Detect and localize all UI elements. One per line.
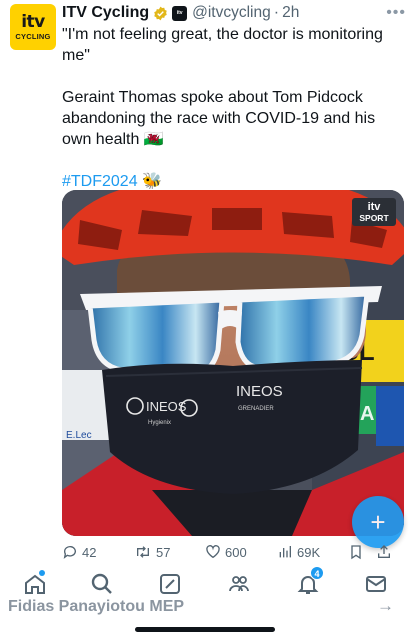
- tweet[interactable]: itv CYCLING ITV Cycling itv @itvcycling …: [0, 0, 412, 585]
- retweet-icon: [137, 546, 149, 558]
- bookmark-icon: [351, 545, 361, 560]
- communities-icon: [229, 576, 249, 592]
- like-count: 600: [225, 544, 247, 560]
- grok-icon: [160, 574, 180, 594]
- share-button[interactable]: [376, 544, 396, 560]
- like-button[interactable]: 600: [205, 544, 247, 560]
- reply-count: 42: [82, 544, 97, 560]
- arrow-right-icon[interactable]: →: [377, 596, 394, 616]
- separator: ·: [273, 4, 280, 21]
- bee-emoji: 🐝: [142, 173, 162, 190]
- reply-icon: [63, 546, 76, 559]
- mask-brand-right-small: GRENADIER: [238, 406, 274, 412]
- mask-brand-right: INEOS: [236, 383, 283, 400]
- badge-line2: SPORT: [359, 213, 389, 223]
- nav-messages[interactable]: [364, 572, 388, 596]
- bottom-nav: 4: [0, 562, 412, 600]
- avatar-logo-top: itv: [21, 11, 45, 32]
- compose-plus-icon: +: [370, 506, 386, 537]
- bookmark-button[interactable]: [348, 544, 368, 560]
- nav-grok[interactable]: [158, 572, 182, 596]
- avatar[interactable]: itv CYCLING: [10, 4, 56, 50]
- home-indicator: [135, 627, 275, 632]
- tweet-header: ITV Cycling itv @itvcycling · 2h: [62, 2, 402, 24]
- more-icon[interactable]: •••: [386, 4, 406, 22]
- avatar-logo-bottom: CYCLING: [15, 31, 51, 41]
- retweet-count: 57: [156, 544, 171, 560]
- tweet-paragraph-1: "I'm not feeling great, the doctor is mo…: [62, 26, 383, 64]
- author-name[interactable]: ITV Cycling: [62, 4, 149, 22]
- rider-photo: CL ODA E.Lec: [62, 190, 404, 536]
- home-new-dot: [39, 570, 45, 576]
- nav-notifications[interactable]: 4: [296, 566, 324, 596]
- views-chart-icon: [279, 546, 291, 558]
- reply-button[interactable]: 42: [62, 544, 96, 560]
- nav-home[interactable]: [23, 570, 47, 596]
- next-post-title: Fidias Panayiotou MEP: [8, 598, 185, 615]
- hashtag-link[interactable]: #TDF2024: [62, 173, 138, 190]
- tweet-hashtag-line: #TDF2024 🐝: [62, 171, 404, 192]
- share-icon: [378, 545, 390, 558]
- tweet-actions: 42 57 600 69K: [62, 541, 402, 563]
- affiliate-logo-icon: itv: [172, 5, 188, 21]
- views-button[interactable]: 69K: [277, 544, 320, 560]
- itv-sport-badge: itv SPORT: [352, 198, 396, 226]
- bg-sign-3: E.Lec: [66, 430, 92, 441]
- nav-communities[interactable]: [227, 572, 251, 596]
- verified-badge-icon: [153, 6, 168, 21]
- badge-line1: itv: [367, 201, 381, 213]
- tweet-media-video[interactable]: CL ODA E.Lec: [62, 190, 404, 536]
- tweet-paragraph-2: Geraint Thomas spoke about Tom Pidcock a…: [62, 89, 376, 148]
- search-icon: [91, 573, 112, 594]
- heart-icon: [206, 545, 220, 559]
- author-handle[interactable]: @itvcycling: [192, 4, 271, 22]
- next-post-bar[interactable]: Fidias Panayiotou MEP →: [0, 596, 412, 622]
- mail-icon: [366, 576, 386, 592]
- nav-search[interactable]: [90, 572, 114, 596]
- tweet-time[interactable]: 2h: [282, 4, 299, 22]
- retweet-button[interactable]: 57: [134, 544, 170, 560]
- mask-brand-left-small: Hygienix: [148, 420, 171, 426]
- view-count: 69K: [297, 544, 321, 560]
- tweet-text: "I'm not feeling great, the doctor is mo…: [62, 24, 404, 213]
- notifications-badge: 4: [310, 566, 324, 580]
